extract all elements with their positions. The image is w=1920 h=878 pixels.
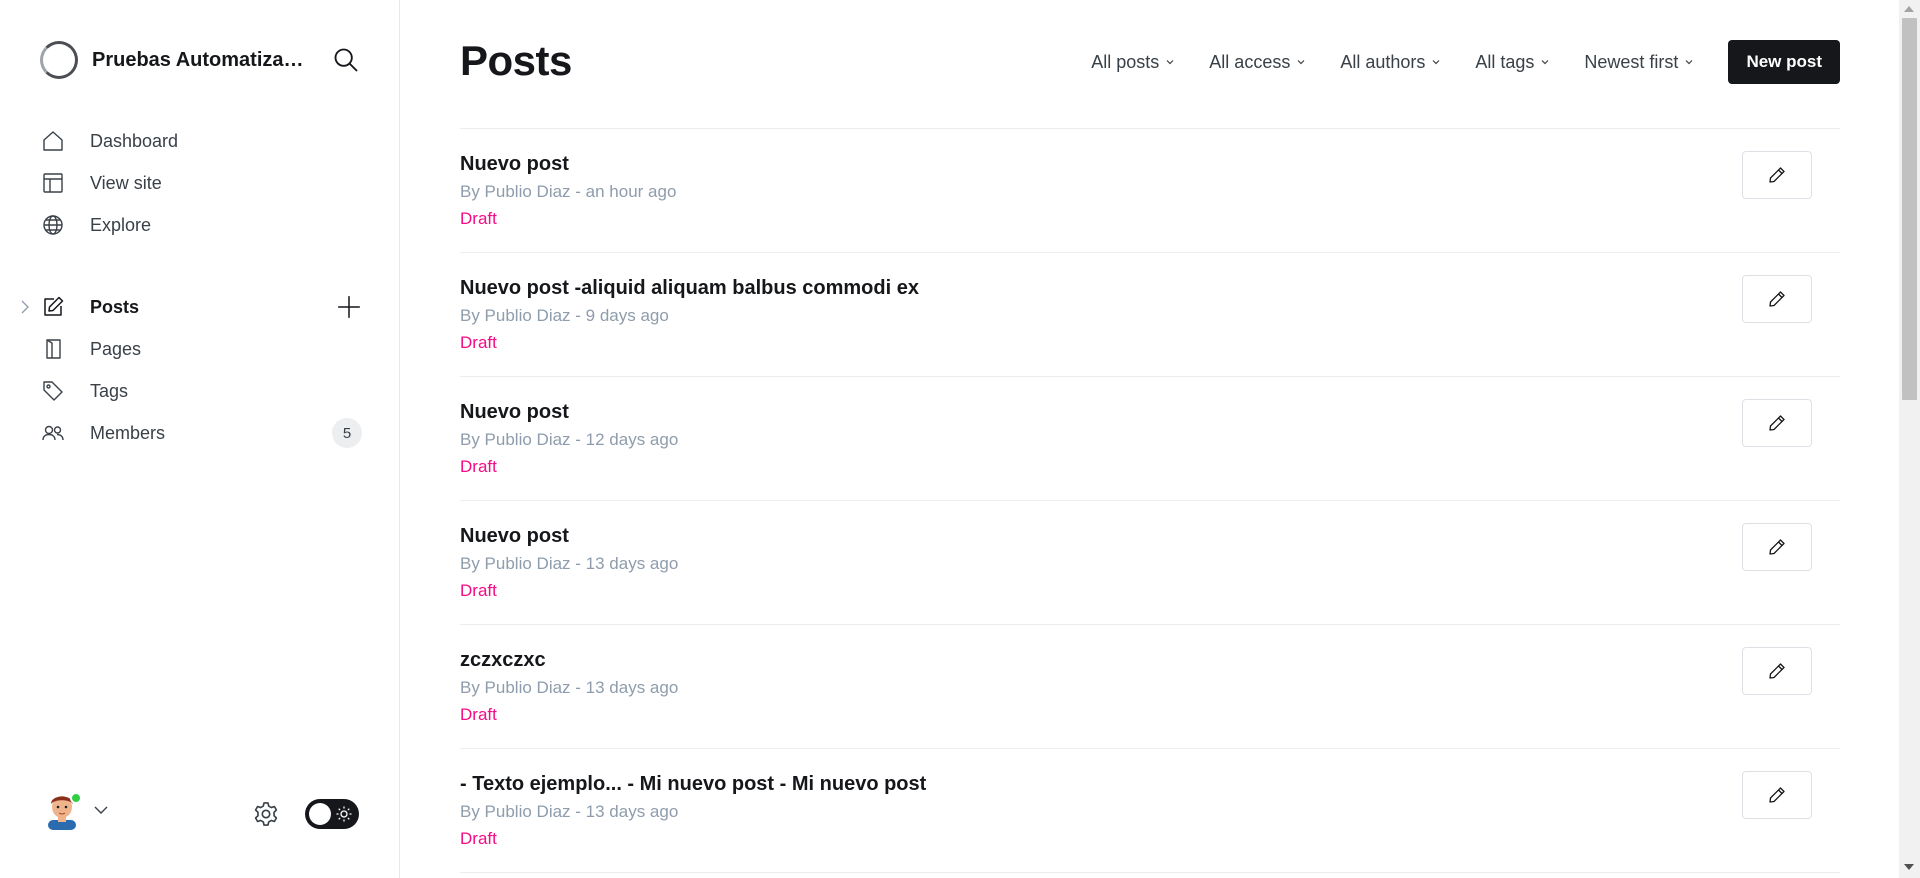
- filter-label: All tags: [1475, 51, 1535, 72]
- scroll-up-arrow-icon[interactable]: [1904, 6, 1914, 12]
- chevron-down-icon: [1686, 60, 1693, 65]
- home-icon: [40, 128, 66, 154]
- sidebar-item-label: Members: [90, 422, 166, 443]
- filter-label: All authors: [1340, 51, 1426, 72]
- post-meta: By Publio Diaz - 13 days ago: [460, 802, 679, 821]
- site-brand[interactable]: Pruebas Automatizad...: [40, 40, 360, 80]
- post-list: Nuevo post By Publio Diaz - an hour ago …: [460, 128, 1840, 873]
- sidebar-item-view-site[interactable]: View site: [40, 162, 370, 204]
- post-status: Draft: [460, 333, 497, 352]
- chevron-down-icon: [1541, 60, 1549, 65]
- edit-post-button[interactable]: [1742, 771, 1812, 819]
- filter-label: All posts: [1091, 51, 1160, 72]
- post-meta: By Publio Diaz - 12 days ago: [460, 430, 679, 449]
- edit-post-button[interactable]: [1742, 275, 1812, 323]
- toggle-knob: [309, 803, 331, 825]
- tag-icon: [40, 378, 66, 404]
- filter-sort-order[interactable]: Newest first: [1584, 52, 1694, 73]
- post-meta: By Publio Diaz - 13 days ago: [460, 678, 679, 697]
- post-status: Draft: [460, 581, 497, 600]
- post-title[interactable]: Nuevo post: [460, 401, 569, 424]
- sidebar-item-members[interactable]: Members 5: [40, 412, 370, 454]
- user-menu[interactable]: [44, 790, 110, 830]
- sidebar-item-tags[interactable]: Tags: [40, 370, 370, 412]
- pencil-icon: [1769, 415, 1785, 431]
- globe-icon: [40, 212, 66, 238]
- sun-icon: [336, 806, 352, 822]
- sidebar-item-explore[interactable]: Explore: [40, 204, 370, 246]
- new-post-button[interactable]: New post: [1728, 40, 1840, 84]
- page-title: Posts: [460, 37, 572, 84]
- post-title[interactable]: - Texto ejemplo... - Mi nuevo post - Mi …: [460, 773, 926, 796]
- filter-bar: All posts All access All authors All tag…: [1091, 40, 1840, 84]
- sidebar-item-label: Posts: [90, 296, 140, 317]
- sidebar-item-label: Dashboard: [90, 130, 179, 151]
- layout-icon: [40, 170, 66, 196]
- post-title[interactable]: Nuevo post: [460, 525, 569, 548]
- post-list-item[interactable]: Nuevo post By Publio Diaz - 12 days ago …: [460, 377, 1840, 501]
- scroll-down-arrow-icon[interactable]: [1904, 864, 1914, 870]
- edit-post-button[interactable]: [1742, 523, 1812, 571]
- chevron-down-icon: [1297, 60, 1305, 65]
- gear-icon[interactable]: [252, 800, 280, 828]
- pencil-icon: [1769, 787, 1785, 803]
- post-list-item[interactable]: Nuevo post By Publio Diaz - 13 days ago …: [460, 501, 1840, 625]
- post-status: Draft: [460, 829, 497, 848]
- sidebar-item-dashboard[interactable]: Dashboard: [40, 120, 370, 162]
- edit-post-button[interactable]: [1742, 647, 1812, 695]
- chevron-right-icon[interactable]: [18, 299, 32, 315]
- pencil-icon: [1769, 167, 1785, 183]
- filter-access[interactable]: All access: [1209, 52, 1306, 73]
- chevron-down-icon: [1432, 60, 1440, 65]
- edit-icon: [40, 294, 66, 320]
- post-title[interactable]: Nuevo post -aliquid aliquam balbus commo…: [460, 277, 919, 300]
- filter-authors[interactable]: All authors: [1340, 52, 1441, 73]
- search-icon[interactable]: [332, 46, 360, 74]
- sidebar-item-label: View site: [90, 172, 162, 193]
- pencil-icon: [1769, 663, 1785, 679]
- post-list-item[interactable]: - Texto ejemplo... - Mi nuevo post - Mi …: [460, 749, 1840, 873]
- vertical-scrollbar[interactable]: [1899, 0, 1920, 878]
- members-icon: [40, 420, 66, 446]
- scroll-thumb[interactable]: [1902, 18, 1917, 400]
- post-list-item[interactable]: Nuevo post -aliquid aliquam balbus commo…: [460, 253, 1840, 377]
- post-meta: By Publio Diaz - an hour ago: [460, 182, 677, 201]
- plus-icon[interactable]: [336, 294, 362, 320]
- sidebar-item-label: Explore: [90, 214, 152, 235]
- members-count-badge: 5: [332, 418, 362, 448]
- chevron-down-icon: [1166, 60, 1174, 65]
- online-status-dot: [70, 792, 82, 804]
- post-status: Draft: [460, 209, 497, 228]
- post-meta: By Publio Diaz - 13 days ago: [460, 554, 679, 573]
- post-list-item[interactable]: Nuevo post By Publio Diaz - an hour ago …: [460, 129, 1840, 253]
- edit-post-button[interactable]: [1742, 399, 1812, 447]
- filter-tags[interactable]: All tags: [1475, 52, 1550, 73]
- post-title[interactable]: Nuevo post: [460, 153, 569, 176]
- page-icon: [40, 336, 66, 362]
- pencil-icon: [1769, 291, 1785, 307]
- post-title[interactable]: zczxczxc: [460, 649, 546, 672]
- post-meta: By Publio Diaz - 9 days ago: [460, 306, 669, 325]
- site-logo: [40, 41, 78, 79]
- edit-post-button[interactable]: [1742, 151, 1812, 199]
- theme-toggle[interactable]: [305, 799, 359, 829]
- sidebar-item-posts[interactable]: Posts: [21, 286, 370, 328]
- sidebar-item-pages[interactable]: Pages: [40, 328, 370, 370]
- filter-label: All access: [1209, 51, 1291, 72]
- post-list-item[interactable]: zczxczxc By Publio Diaz - 13 days ago Dr…: [460, 625, 1840, 749]
- sidebar-item-label: Pages: [90, 338, 142, 359]
- site-name: Pruebas Automatizad...: [92, 48, 312, 71]
- post-status: Draft: [460, 457, 497, 476]
- pencil-icon: [1769, 539, 1785, 555]
- filter-label: Newest first: [1584, 51, 1679, 72]
- sidebar-nav: Dashboard View site Explore Posts Pages …: [21, 120, 370, 454]
- chevron-down-icon[interactable]: [92, 801, 110, 819]
- sidebar-item-label: Tags: [90, 380, 129, 401]
- filter-post-type[interactable]: All posts: [1091, 52, 1175, 73]
- sidebar: Pruebas Automatizad... Dashboard View si…: [0, 0, 400, 878]
- post-status: Draft: [460, 705, 497, 724]
- avatar[interactable]: [44, 790, 82, 830]
